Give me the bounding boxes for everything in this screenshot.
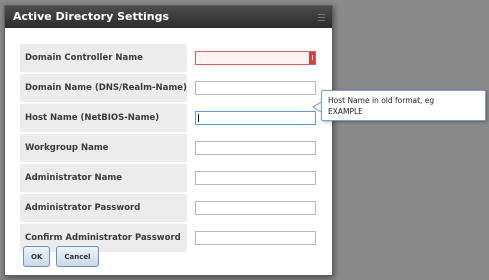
dialog-titlebar[interactable]: Active Directory Settings <box>5 6 332 28</box>
form-row-domain-name: Domain Name (DNS/Realm-Name) <box>20 74 316 102</box>
workgroup-name-input[interactable] <box>195 141 316 155</box>
administrator-password-input[interactable] <box>195 201 316 215</box>
settings-form: Domain Controller Name Domain Name (DNS/… <box>20 44 316 254</box>
domain-controller-label: Domain Controller Name <box>20 44 187 72</box>
input-cell <box>187 164 316 192</box>
confirm-password-input[interactable] <box>195 231 316 245</box>
host-name-label: Host Name (NetBIOS-Name) <box>20 104 187 132</box>
host-name-tooltip: Host Name in old format, eg EXAMPLE <box>321 90 486 121</box>
domain-name-input[interactable] <box>195 81 316 95</box>
input-cell <box>187 104 316 132</box>
input-cell <box>187 74 316 102</box>
input-cell <box>187 194 316 222</box>
dialog-title: Active Directory Settings <box>13 10 169 23</box>
active-directory-settings-dialog: Active Directory Settings Domain Control… <box>4 5 333 276</box>
cancel-button[interactable]: Cancel <box>56 246 99 267</box>
button-bar: OK Cancel <box>23 246 99 267</box>
host-name-input[interactable] <box>195 111 316 125</box>
domain-controller-input[interactable] <box>195 51 316 65</box>
tooltip-line-2: EXAMPLE <box>328 107 363 116</box>
form-row-admin-password: Administrator Password <box>20 194 316 222</box>
input-cell <box>187 224 316 252</box>
form-row-admin-name: Administrator Name <box>20 164 316 192</box>
ok-button[interactable]: OK <box>23 246 51 267</box>
administrator-name-label: Administrator Name <box>20 164 187 192</box>
workgroup-name-label: Workgroup Name <box>20 134 187 162</box>
form-row-workgroup: Workgroup Name <box>20 134 316 162</box>
input-cell <box>187 44 316 72</box>
error-icon <box>309 52 315 64</box>
form-row-domain-controller: Domain Controller Name <box>20 44 316 72</box>
administrator-password-label: Administrator Password <box>20 194 187 222</box>
domain-name-label: Domain Name (DNS/Realm-Name) <box>20 74 187 102</box>
tooltip-line-1: Host Name in old format, eg <box>328 96 435 105</box>
form-row-host-name: Host Name (NetBIOS-Name) <box>20 104 316 132</box>
text-caret <box>198 114 199 122</box>
drag-handle-icon[interactable] <box>318 14 325 21</box>
input-cell <box>187 134 316 162</box>
administrator-name-input[interactable] <box>195 171 316 185</box>
